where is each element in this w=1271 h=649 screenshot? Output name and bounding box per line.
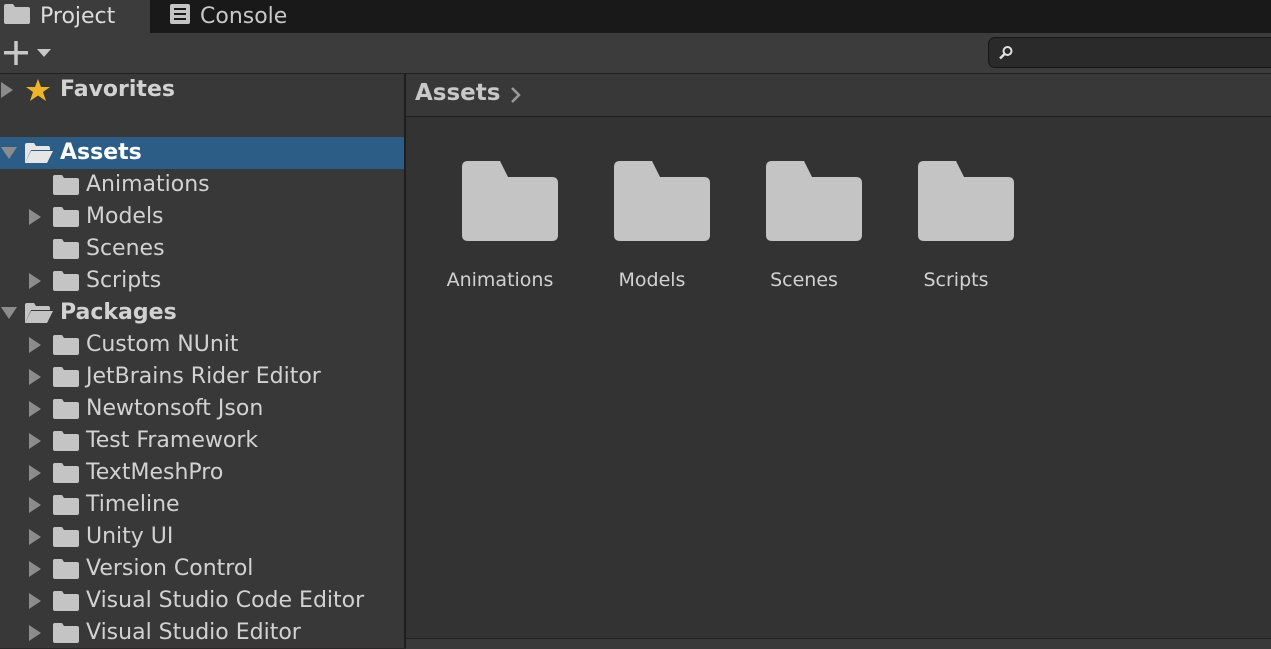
tree-item-package[interactable]: Visual Studio Editor	[0, 617, 404, 648]
tab-console[interactable]: Console	[150, 0, 350, 33]
tree-item-label: Favorites	[60, 77, 175, 102]
asset-tile-label: Models	[618, 269, 686, 291]
expand-arrow-icon[interactable]	[28, 361, 48, 393]
tree-item-package[interactable]: Visual Studio Code Editor	[0, 585, 404, 617]
folder-icon	[462, 161, 558, 241]
tab-bar: Project Console	[0, 0, 1271, 33]
tree-item-assets[interactable]: Assets	[0, 137, 404, 169]
tree-item-label: JetBrains Rider Editor	[86, 364, 321, 389]
tree-item-label: Visual Studio Editor	[86, 620, 301, 645]
tree-item-favorites[interactable]: Favorites	[0, 74, 404, 106]
tree-item-scripts[interactable]: Scripts	[0, 265, 404, 297]
tree-item-scenes[interactable]: Scenes	[0, 233, 404, 265]
tree-item-package[interactable]: TextMeshPro	[0, 457, 404, 489]
folder-icon	[53, 239, 79, 259]
expand-arrow-icon[interactable]	[28, 521, 48, 553]
tree-item-label: Scenes	[86, 236, 165, 261]
search-icon	[999, 46, 1013, 60]
folder-icon	[53, 367, 79, 387]
expand-arrow-icon[interactable]	[28, 585, 48, 617]
breadcrumb-assets[interactable]: Assets	[415, 80, 500, 106]
expand-arrow-icon[interactable]	[28, 201, 48, 233]
expand-arrow-icon[interactable]	[28, 457, 48, 489]
asset-tile[interactable]: Models	[576, 157, 728, 307]
tree-item-label: Packages	[60, 300, 177, 325]
open-folder-icon	[25, 143, 53, 163]
asset-tile[interactable]: Animations	[424, 157, 576, 307]
folder-icon	[918, 161, 1014, 241]
tree-item-label: Visual Studio Code Editor	[86, 588, 365, 613]
folder-icon	[53, 207, 79, 227]
tree-item-label: Models	[86, 204, 164, 229]
tree-item-label: Newtonsoft Json	[86, 396, 264, 421]
search-field[interactable]	[988, 37, 1271, 68]
folder-icon	[53, 335, 79, 355]
tree-item-label: Timeline	[86, 492, 180, 517]
folder-icon	[53, 591, 79, 611]
expand-arrow-icon[interactable]	[28, 425, 48, 457]
tree-item-models[interactable]: Models	[0, 201, 404, 233]
asset-tile-label: Scripts	[923, 269, 989, 291]
folder-icon	[614, 161, 710, 241]
asset-tile[interactable]: Scripts	[880, 157, 1032, 307]
tree-item-label: Test Framework	[86, 428, 259, 453]
plus-icon	[4, 41, 51, 65]
project-toolbar	[0, 33, 1271, 74]
folder-tree: Favorites Assets Animations Models Scene…	[0, 74, 404, 648]
folder-icon	[53, 175, 79, 195]
expand-arrow-icon[interactable]	[0, 74, 20, 106]
tree-item-label: Scripts	[86, 268, 162, 293]
tree-item-label: Animations	[86, 172, 210, 197]
tree-item-animations[interactable]: Animations	[0, 169, 404, 201]
open-folder-icon	[25, 303, 53, 323]
asset-tile[interactable]: Scenes	[728, 157, 880, 307]
collapse-arrow-icon[interactable]	[0, 297, 20, 329]
tree-item-package[interactable]: Newtonsoft Json	[0, 393, 404, 425]
tree-item-label: Version Control	[86, 556, 254, 581]
tab-project[interactable]: Project	[0, 0, 150, 33]
expand-arrow-icon[interactable]	[28, 489, 48, 521]
tab-label: Console	[200, 4, 288, 29]
folder-icon	[53, 495, 79, 515]
folder-icon	[53, 399, 79, 419]
status-bar	[406, 638, 1271, 649]
tree-item-package[interactable]: Version Control	[0, 553, 404, 585]
add-dropdown-button[interactable]	[3, 38, 55, 68]
star-icon	[26, 79, 50, 101]
folder-icon	[53, 559, 79, 579]
tree-item-label: TextMeshPro	[86, 460, 224, 485]
folder-icon	[53, 623, 79, 643]
tree-item-package[interactable]: Unity UI	[0, 521, 404, 553]
folder-icon	[766, 161, 862, 241]
tree-item-package[interactable]: JetBrains Rider Editor	[0, 361, 404, 393]
asset-grid: Animations Models Scenes Scripts	[406, 117, 1271, 638]
tree-item-package[interactable]: Timeline	[0, 489, 404, 521]
asset-tile-label: Animations	[446, 269, 554, 291]
tree-item-package[interactable]: Test Framework	[0, 425, 404, 457]
folder-icon	[53, 527, 79, 547]
collapse-arrow-icon[interactable]	[0, 137, 20, 169]
tree-item-label: Custom NUnit	[86, 332, 239, 357]
console-icon	[170, 3, 190, 30]
expand-arrow-icon[interactable]	[28, 617, 48, 648]
folder-icon	[53, 271, 79, 291]
tree-item-label: Assets	[60, 140, 142, 165]
tree-item-label: Unity UI	[86, 524, 174, 549]
chevron-right-icon[interactable]	[510, 86, 522, 104]
expand-arrow-icon[interactable]	[28, 393, 48, 425]
expand-arrow-icon[interactable]	[28, 265, 48, 297]
folder-icon	[4, 3, 30, 30]
breadcrumb: Assets	[406, 74, 1271, 117]
asset-tile-label: Scenes	[770, 269, 838, 291]
expand-arrow-icon[interactable]	[28, 553, 48, 585]
expand-arrow-icon[interactable]	[28, 329, 48, 361]
tree-item-packages[interactable]: Packages	[0, 297, 404, 329]
folder-icon	[53, 463, 79, 483]
folder-icon	[53, 431, 79, 451]
search-input[interactable]	[1019, 41, 1263, 65]
tab-label: Project	[40, 4, 116, 29]
tree-item-package[interactable]: Custom NUnit	[0, 329, 404, 361]
